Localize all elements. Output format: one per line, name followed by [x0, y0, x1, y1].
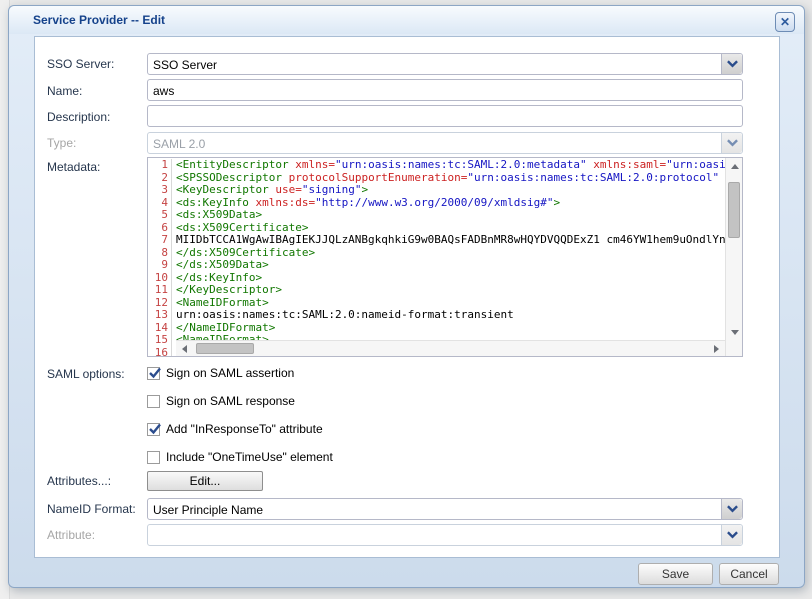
checkmark-icon	[148, 422, 162, 436]
metadata-code[interactable]: <EntityDescriptor xmlns="urn:oasis:names…	[176, 159, 725, 356]
include-onetimeuse-checkbox[interactable]	[147, 451, 160, 464]
edit-attributes-button[interactable]: Edit...	[147, 471, 263, 491]
scroll-down-icon[interactable]	[726, 324, 743, 340]
saml-option-row: Add "InResponseTo" attribute	[147, 421, 323, 437]
type-label: Type:	[47, 136, 147, 150]
sso-server-dropdown-trigger[interactable]	[721, 54, 742, 74]
attribute-combobox	[147, 524, 743, 546]
close-icon[interactable]: ✕	[775, 12, 795, 32]
dialog-title: Service Provider -- Edit	[33, 13, 165, 27]
cancel-button[interactable]: Cancel	[719, 563, 779, 585]
name-value: aws	[153, 84, 718, 98]
name-label: Name:	[47, 84, 147, 98]
horizontal-scroll-thumb[interactable]	[196, 343, 254, 354]
nameid-format-dropdown-trigger[interactable]	[721, 499, 742, 519]
vertical-scrollbar[interactable]	[725, 158, 742, 356]
chevron-down-icon	[727, 505, 738, 513]
add-inresponseto-label: Add "InResponseTo" attribute	[166, 422, 323, 436]
type-value: SAML 2.0	[153, 137, 718, 151]
description-label: Description:	[47, 110, 147, 124]
nameid-format-combobox[interactable]: User Principle Name	[147, 498, 743, 520]
description-input[interactable]	[147, 105, 743, 127]
vertical-scroll-thumb[interactable]	[728, 182, 740, 238]
save-button[interactable]: Save	[638, 563, 713, 585]
horizontal-scrollbar[interactable]	[176, 340, 725, 356]
service-provider-edit-dialog: Service Provider -- Edit ✕ SSO Server: S…	[8, 5, 805, 588]
add-inresponseto-checkbox[interactable]	[147, 423, 160, 436]
sign-on-saml-response-checkbox[interactable]	[147, 395, 160, 408]
attribute-label: Attribute:	[47, 528, 147, 542]
dialog-body-panel: SSO Server: SSO Server Name: aws Descrip…	[34, 36, 780, 558]
scroll-up-icon[interactable]	[726, 158, 743, 174]
type-dropdown-trigger	[721, 133, 742, 153]
type-combobox: SAML 2.0	[147, 132, 743, 154]
include-onetimeuse-label: Include "OneTimeUse" element	[166, 450, 333, 464]
nameid-format-label: NameID Format:	[47, 502, 147, 516]
sign-on-saml-assertion-label: Sign on SAML assertion	[166, 366, 294, 380]
saml-option-row: Sign on SAML response	[147, 393, 295, 409]
dialog-header[interactable]: Service Provider -- Edit ✕	[9, 6, 804, 34]
nameid-format-value: User Principle Name	[153, 503, 718, 517]
sso-server-label: SSO Server:	[47, 57, 147, 71]
sso-server-combobox[interactable]: SSO Server	[147, 53, 743, 75]
sign-on-saml-response-label: Sign on SAML response	[166, 394, 295, 408]
chevron-down-icon	[727, 531, 738, 539]
checkmark-icon	[148, 366, 162, 380]
saml-options-label: SAML options:	[47, 367, 147, 381]
chevron-down-icon	[727, 139, 738, 147]
saml-option-row: Sign on SAML assertion	[147, 365, 294, 381]
saml-option-row: Include "OneTimeUse" element	[147, 449, 333, 465]
metadata-code-editor[interactable]: 12345678910111213141516 <EntityDescripto…	[147, 157, 743, 357]
attributes-label: Attributes...:	[47, 474, 147, 488]
attribute-dropdown-trigger	[721, 525, 742, 545]
chevron-down-icon	[727, 60, 738, 68]
scroll-left-icon[interactable]	[176, 341, 193, 357]
scroll-right-icon[interactable]	[708, 341, 725, 357]
sign-on-saml-assertion-checkbox[interactable]	[147, 367, 160, 380]
metadata-label: Metadata:	[47, 160, 147, 174]
name-input[interactable]: aws	[147, 79, 743, 101]
line-number-gutter: 12345678910111213141516	[148, 159, 172, 356]
sso-server-value: SSO Server	[153, 58, 718, 72]
